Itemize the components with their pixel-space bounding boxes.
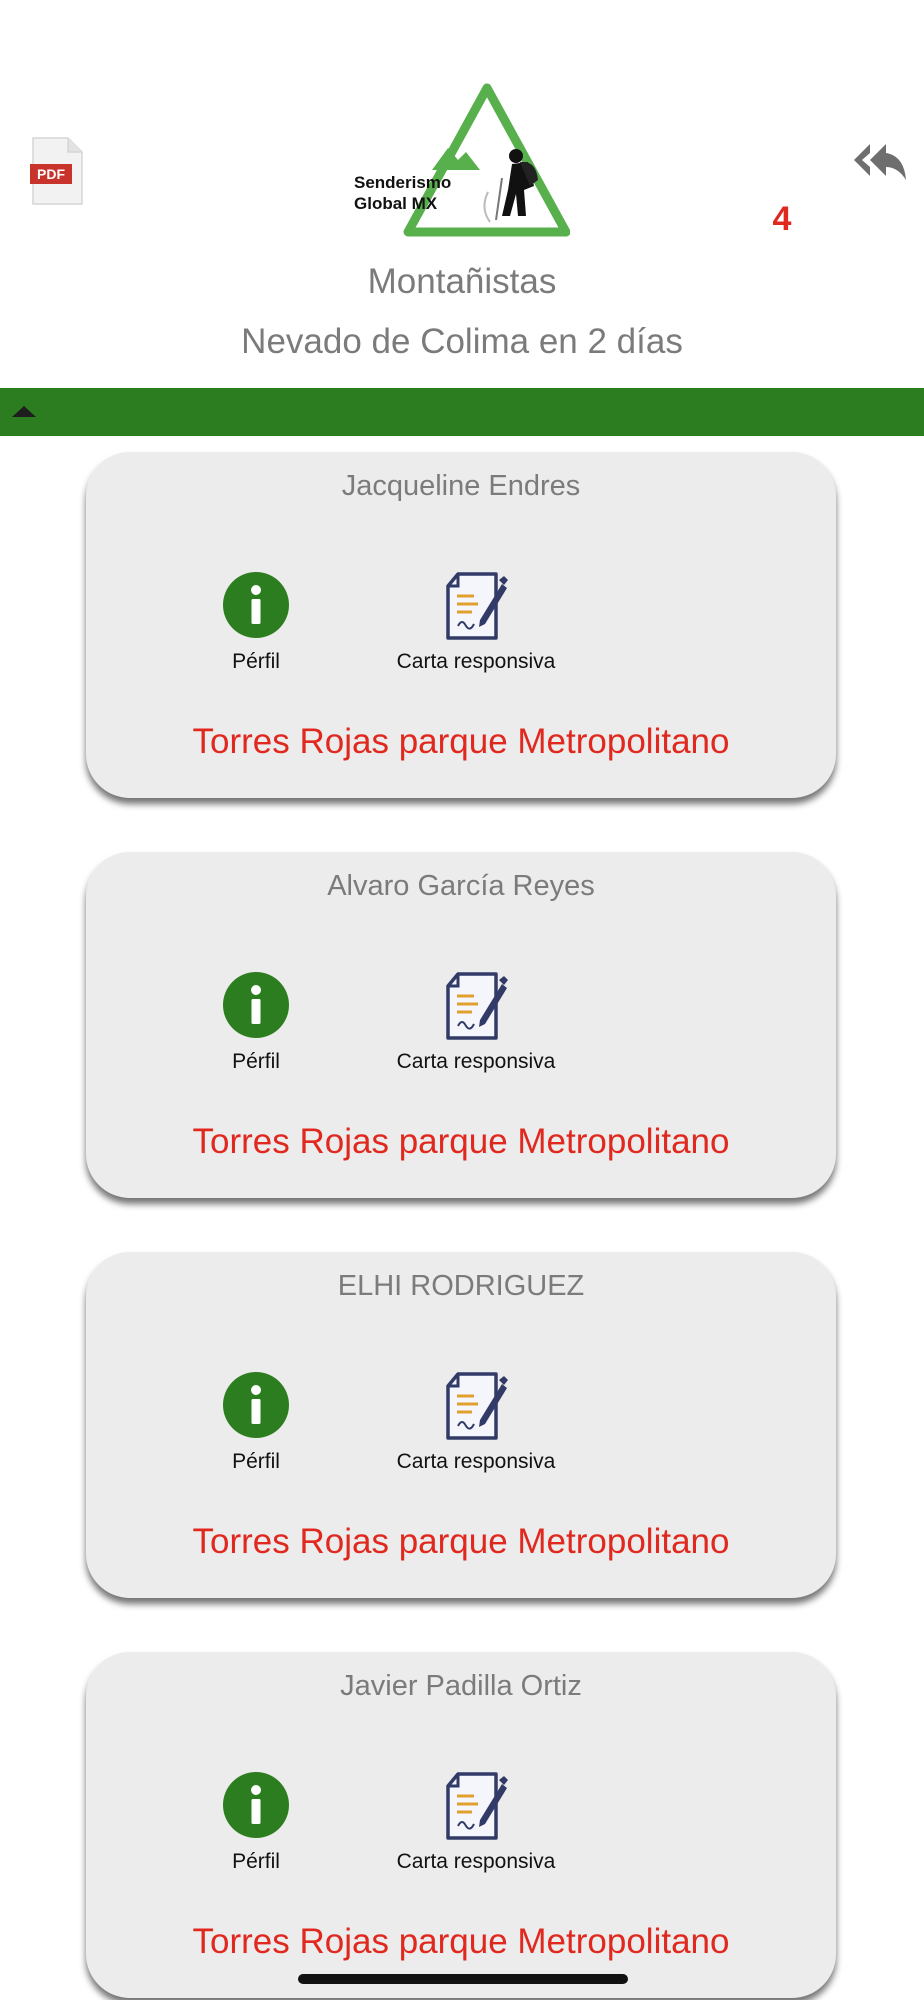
signed-document-icon — [446, 1772, 508, 1840]
reply-all-icon — [854, 144, 906, 180]
meeting-point: Torres Rojas parque Metropolitano — [192, 722, 730, 761]
collapse-bar[interactable] — [0, 388, 924, 436]
home-indicator[interactable] — [298, 1974, 628, 1984]
participant-card: ELHI RODRIGUEZ Pérfil Carta responsiva T… — [86, 1252, 836, 1598]
trip-name: Nevado de Colima en 2 días — [241, 322, 683, 361]
info-icon — [223, 572, 289, 638]
liability-letter-label: Carta responsiva — [396, 1850, 556, 1873]
logo-text-line1: Senderismo — [354, 173, 451, 192]
liability-letter-button[interactable]: Carta responsiva — [356, 1772, 596, 1884]
back-button[interactable] — [852, 140, 908, 184]
signed-document-icon — [446, 1372, 508, 1440]
pdf-label: PDF — [37, 166, 65, 182]
header: PDF Senderismo Global MX 4 Montañistas N… — [0, 0, 924, 388]
meeting-point: Torres Rojas parque Metropolitano — [192, 1922, 730, 1961]
participant-card: Jacqueline Endres Pérfil Carta responsiv… — [86, 452, 836, 798]
logo-text-line2: Global MX — [354, 194, 438, 213]
caret-up-icon — [12, 406, 36, 417]
profile-label: Pérfil — [232, 1050, 280, 1073]
info-icon — [223, 1372, 289, 1438]
pdf-export-button[interactable]: PDF — [30, 136, 84, 206]
profile-button[interactable]: Pérfil — [136, 572, 376, 684]
liability-letter-label: Carta responsiva — [396, 1450, 556, 1473]
liability-letter-button[interactable]: Carta responsiva — [356, 1372, 596, 1484]
participant-card: Alvaro García Reyes Pérfil Carta respons… — [86, 852, 836, 1198]
signed-document-icon — [446, 972, 508, 1040]
profile-button[interactable]: Pérfil — [136, 1372, 376, 1484]
participant-count: 4 — [772, 200, 792, 238]
page-title: Montañistas — [367, 262, 557, 301]
profile-label: Pérfil — [232, 650, 280, 673]
signed-document-icon — [446, 572, 508, 640]
participant-card: Javier Padilla Ortiz Pérfil Carta respon… — [86, 1652, 836, 1998]
meeting-point: Torres Rojas parque Metropolitano — [192, 1522, 730, 1561]
liability-letter-label: Carta responsiva — [396, 1050, 556, 1073]
participant-name: Jacqueline Endres — [341, 470, 581, 502]
profile-label: Pérfil — [232, 1450, 280, 1473]
liability-letter-button[interactable]: Carta responsiva — [356, 972, 596, 1084]
liability-letter-label: Carta responsiva — [396, 650, 556, 673]
meeting-point: Torres Rojas parque Metropolitano — [192, 1122, 730, 1161]
brand-logo: Senderismo Global MX — [350, 82, 571, 238]
profile-button[interactable]: Pérfil — [136, 1772, 376, 1884]
liability-letter-button[interactable]: Carta responsiva — [356, 572, 596, 684]
info-icon — [223, 1772, 289, 1838]
profile-button[interactable]: Pérfil — [136, 972, 376, 1084]
participant-name: Alvaro García Reyes — [327, 870, 595, 902]
info-icon — [223, 972, 289, 1038]
participant-name: Javier Padilla Ortiz — [340, 1670, 582, 1702]
profile-label: Pérfil — [232, 1850, 280, 1873]
pdf-file-icon: PDF — [30, 137, 83, 205]
participant-name: ELHI RODRIGUEZ — [337, 1270, 585, 1302]
